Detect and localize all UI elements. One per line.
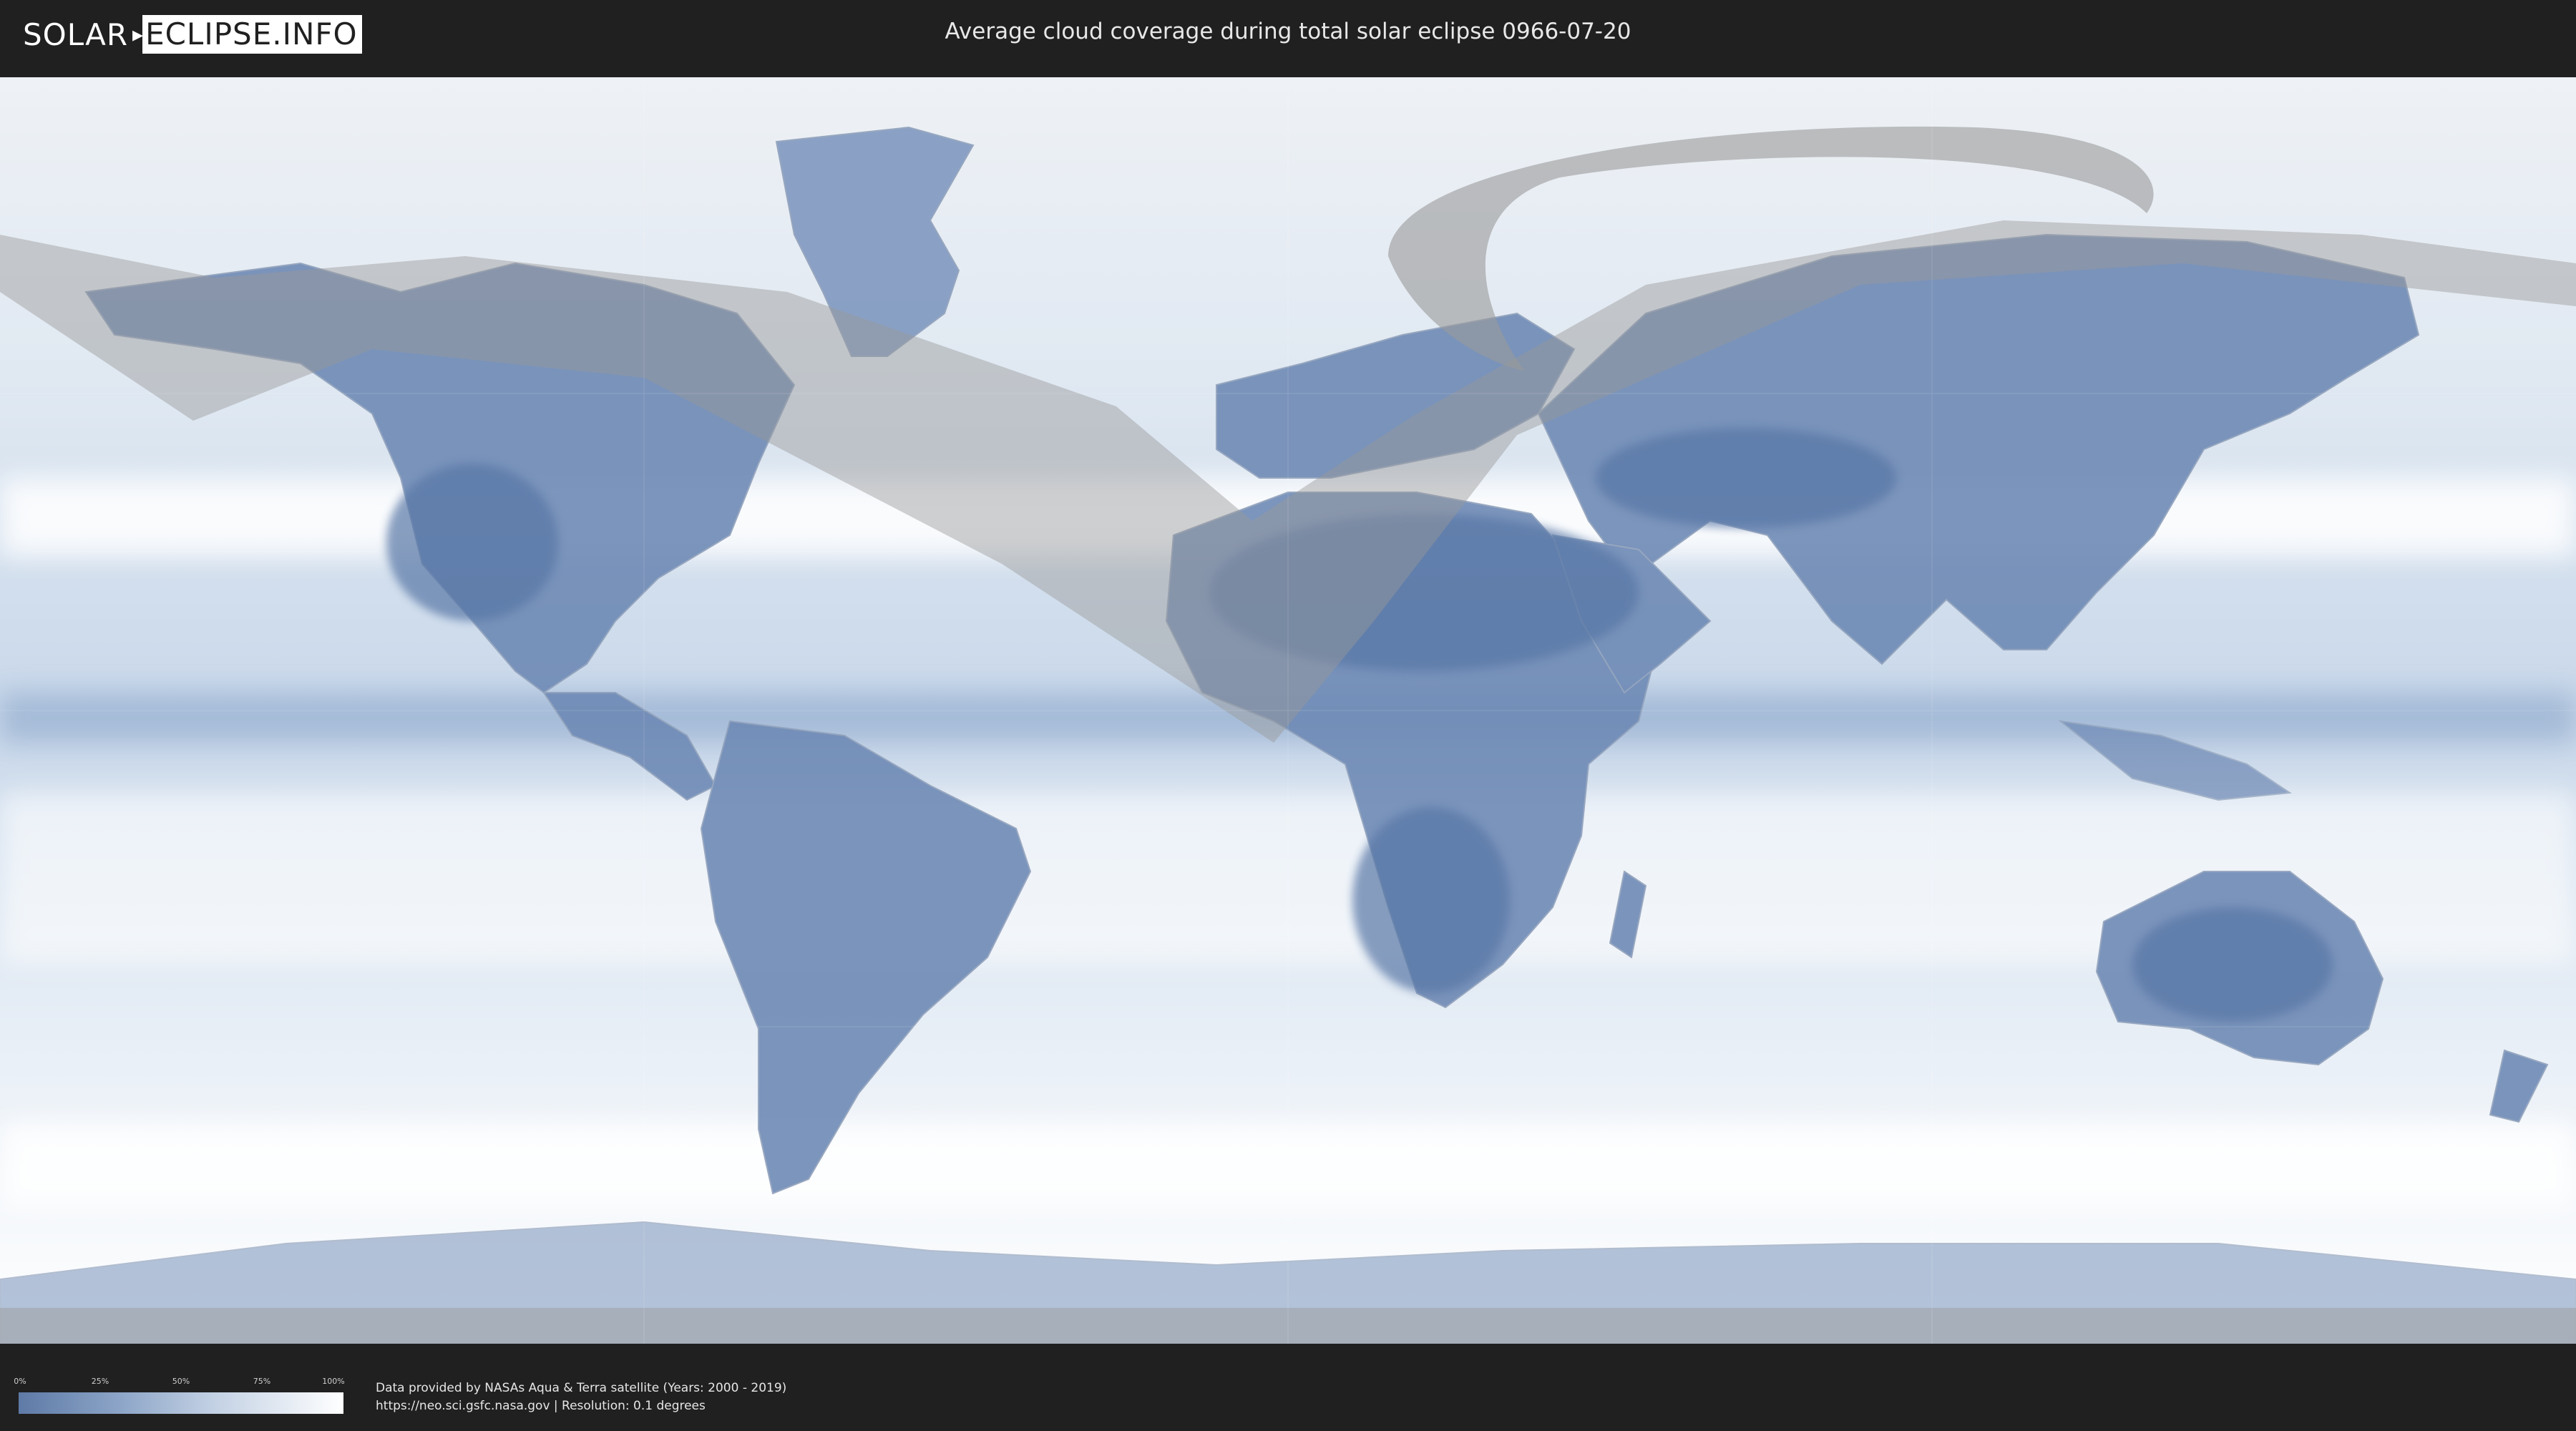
legend-color-bar [19, 1392, 343, 1414]
credit-line-url[interactable]: https://neo.sci.gsfc.nasa.gov | Resoluti… [376, 1397, 786, 1415]
legend-tick-0: 0% [14, 1377, 26, 1386]
cloud-coverage-legend: 0% 25% 50% 75% 100% [14, 1377, 345, 1414]
map-svg [0, 77, 2576, 1344]
legend-ticks: 0% 25% 50% 75% 100% [14, 1377, 345, 1392]
data-credits: Data provided by NASAs Aqua & Terra sate… [376, 1379, 786, 1415]
footer-bar: 0% 25% 50% 75% 100% Data provided by NAS… [0, 1359, 2576, 1431]
legend-tick-100: 100% [322, 1377, 345, 1386]
cloud-coverage-map[interactable] [0, 77, 2576, 1344]
legend-tick-75: 75% [253, 1377, 271, 1386]
page-title: Average cloud coverage during total sola… [945, 19, 1631, 44]
legend-tick-25: 25% [91, 1377, 109, 1386]
legend-tick-50: 50% [172, 1377, 190, 1386]
header-bar: SOLAR ▸ ECLIPSE.INFO Average cloud cover… [0, 0, 2576, 72]
credit-line-source: Data provided by NASAs Aqua & Terra sate… [376, 1381, 787, 1395]
